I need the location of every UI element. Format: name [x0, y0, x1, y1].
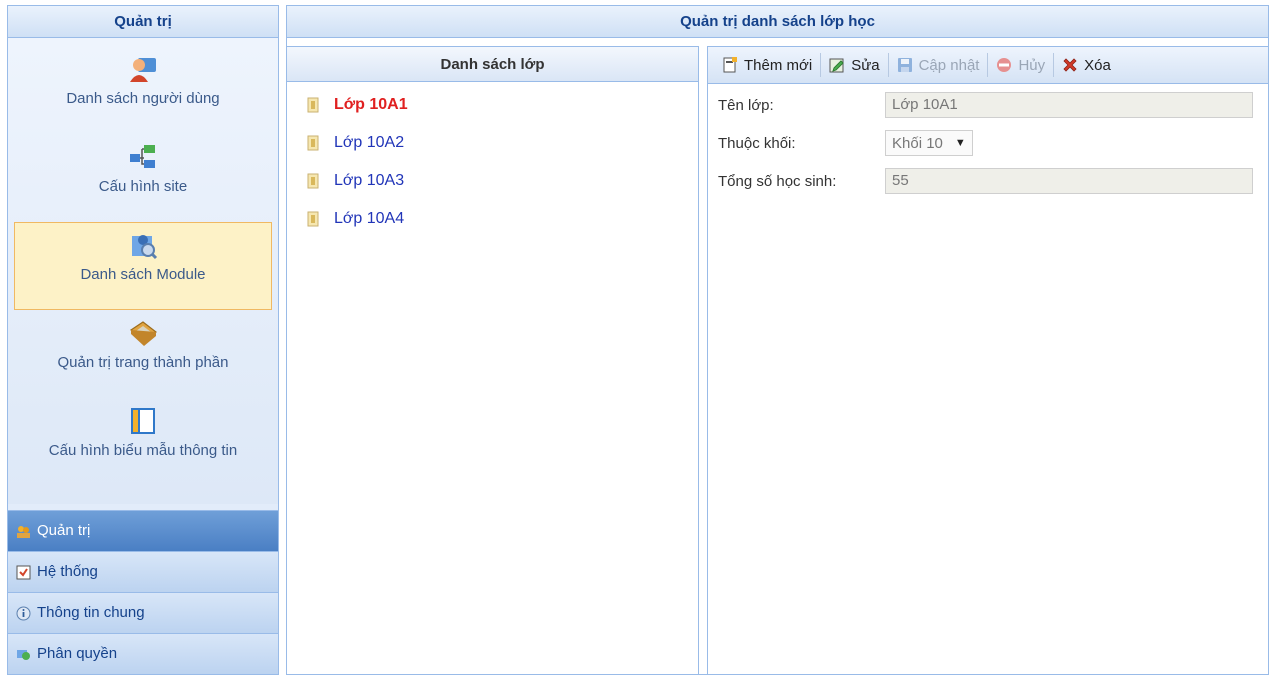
class-item[interactable]: Lớp 10A2 [287, 124, 698, 162]
add-icon [723, 57, 737, 73]
module-label: Danh sách người dùng [66, 90, 220, 107]
cancel-button-label: Hủy [1018, 56, 1046, 74]
update-button-label: Cập nhật [918, 56, 980, 74]
toolbar-separator [887, 53, 889, 77]
permissions-icon [17, 649, 30, 660]
module-list-icon [132, 235, 158, 260]
cancel-button[interactable]: Hủy [990, 51, 1051, 79]
class-list-panel: Danh sách lớp Lớp 10A1 Lớp 10A2 Lớp 10A3… [287, 46, 699, 674]
module-label: Danh sách Module [80, 266, 206, 283]
edit-icon [829, 58, 844, 73]
add-button-label: Thêm mới [744, 56, 813, 74]
nav-bar-info[interactable]: Thông tin chung [8, 592, 278, 633]
delete-button[interactable]: Xóa [1056, 51, 1117, 79]
module-item-component-page[interactable]: Quản trị trang thành phần [14, 310, 272, 398]
students-label: Tổng số học sinh: [718, 172, 837, 190]
delete-icon [1063, 58, 1077, 72]
page-title: Quản trị danh sách lớp học [287, 6, 1268, 38]
class-item[interactable]: Lớp 10A4 [287, 200, 698, 238]
nav-bars: Quản trị Hệ thống Thông tin chung Phân q… [8, 510, 278, 674]
sidebar: Quản trị Danh sách người dùng Cấu hình s… [7, 5, 279, 675]
sidebar-title: Quản trị [8, 6, 278, 38]
class-name-label: Tên lớp: [718, 96, 774, 114]
nav-bar-label: Hệ thống [37, 563, 98, 580]
save-icon [897, 58, 912, 72]
class-name-row: Tên lớp: Lớp 10A1 [708, 86, 1268, 124]
module-label: Cấu hình site [98, 178, 188, 195]
module-item-module-list[interactable]: Danh sách Module [14, 222, 272, 310]
admin-icon [17, 525, 30, 538]
grade-label: Thuộc khối: [718, 134, 796, 152]
system-icon [16, 565, 31, 579]
toolbar-separator [1053, 53, 1055, 77]
grade-row: Thuộc khối: Khối 10 ▼ [708, 124, 1268, 162]
grade-select[interactable]: Khối 10 ▼ [885, 130, 973, 156]
class-item[interactable]: Lớp 10A3 [287, 162, 698, 200]
class-item-label: Lớp 10A2 [334, 134, 405, 151]
module-item-form-template[interactable]: Cấu hình biểu mẫu thông tin [14, 398, 272, 486]
update-button[interactable]: Cập nhật [891, 51, 986, 79]
module-label: Cấu hình biểu mẫu thông tin [48, 442, 238, 459]
nav-bar-system[interactable]: Hệ thống [8, 551, 278, 592]
class-detail-panel: Thêm mới Sửa Cập nhật Hủy Xóa Tên lớp: L… [707, 46, 1268, 674]
students-field[interactable]: 55 [885, 168, 1253, 194]
module-item-users[interactable]: Danh sách người dùng [14, 46, 272, 134]
component-page-icon [130, 321, 157, 346]
grade-select-value: Khối 10 [892, 134, 943, 152]
class-item[interactable]: Lớp 10A1 [287, 86, 698, 124]
class-item-label: Lớp 10A4 [334, 210, 405, 227]
class-icon [307, 135, 319, 151]
chevron-down-icon: ▼ [954, 137, 966, 149]
class-name-field[interactable]: Lớp 10A1 [885, 92, 1253, 118]
edit-button-label: Sửa [851, 56, 880, 74]
class-icon [307, 173, 319, 189]
toolbar: Thêm mới Sửa Cập nhật Hủy Xóa [708, 47, 1268, 84]
users-icon [130, 58, 156, 82]
module-label: Quản trị trang thành phần [57, 354, 229, 371]
module-list: Danh sách người dùng Cấu hình site Danh … [8, 38, 278, 504]
class-item-label: Lớp 10A3 [334, 172, 405, 189]
nav-bar-permissions[interactable]: Phân quyền [8, 633, 278, 674]
students-row: Tổng số học sinh: 55 [708, 162, 1268, 200]
form-template-icon [131, 408, 155, 434]
class-list-title: Danh sách lớp [287, 47, 698, 82]
nav-bar-label: Thông tin chung [37, 604, 145, 621]
info-icon [16, 606, 31, 620]
add-button[interactable]: Thêm mới [716, 51, 818, 79]
delete-button-label: Xóa [1084, 56, 1111, 74]
class-icon [307, 97, 319, 113]
toolbar-separator [820, 53, 822, 77]
site-config-icon [130, 145, 155, 168]
class-icon [307, 211, 319, 227]
nav-bar-admin[interactable]: Quản trị [8, 510, 278, 551]
toolbar-separator [987, 53, 989, 77]
nav-bar-label: Quản trị [37, 522, 91, 539]
stop-icon [997, 58, 1012, 72]
nav-bar-label: Phân quyền [37, 645, 118, 662]
module-item-site-config[interactable]: Cấu hình site [14, 134, 272, 222]
class-item-label: Lớp 10A1 [334, 96, 408, 113]
main-panel: Quản trị danh sách lớp học Danh sách lớp… [286, 5, 1269, 675]
edit-button[interactable]: Sửa [823, 51, 885, 79]
